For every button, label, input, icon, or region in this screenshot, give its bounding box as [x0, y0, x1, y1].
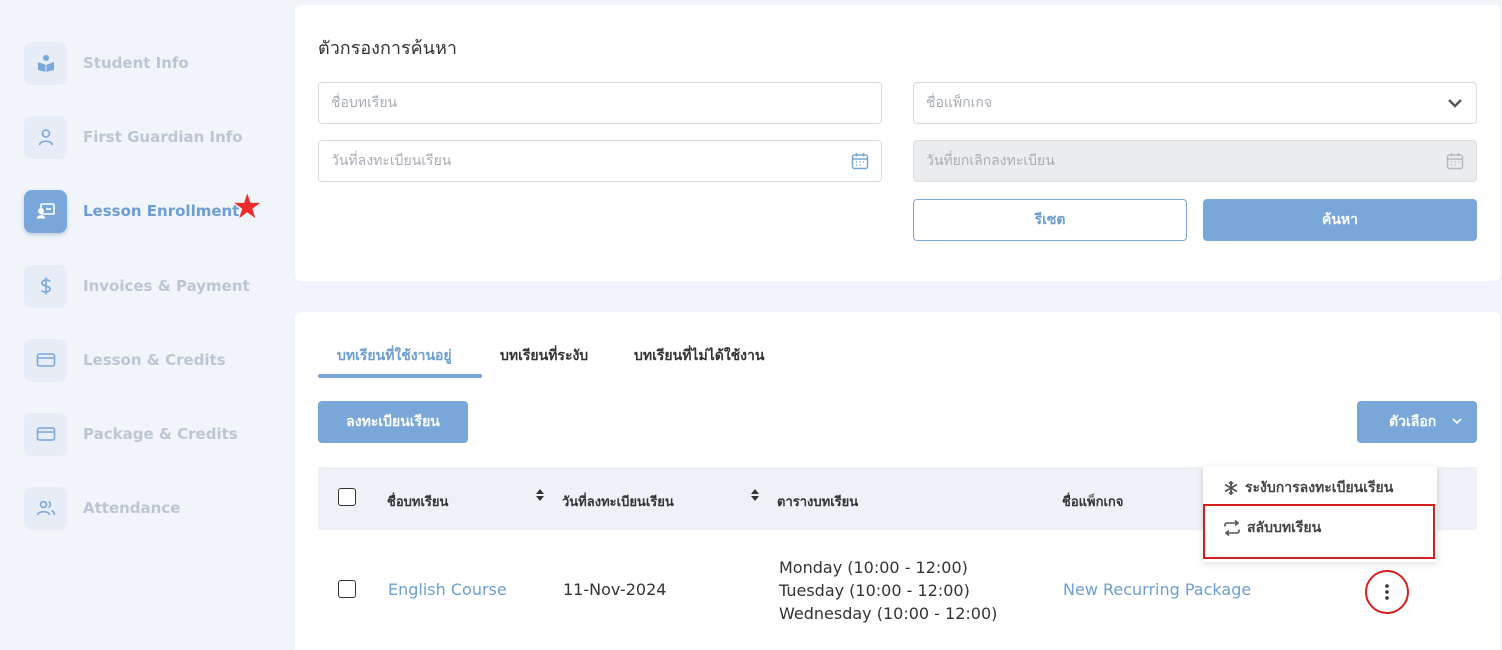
- calendar-icon: [1446, 152, 1464, 174]
- sidebar-item-lesson-credits[interactable]: Lesson & Credits: [24, 338, 226, 382]
- credit-card-icon: [24, 412, 67, 456]
- dollar-icon: [24, 264, 67, 308]
- column-header-schedule: ตารางบทเรียน: [777, 495, 859, 510]
- package-name-placeholder: ชื่อแพ็กเกจ: [926, 95, 993, 111]
- reset-button[interactable]: รีเซต: [913, 199, 1187, 241]
- schedule-line: Monday (10:00 - 12:00): [779, 558, 968, 577]
- column-header-package-name: ชื่อแพ็กเกจ: [1062, 495, 1124, 510]
- lesson-name-input[interactable]: ชื่อบทเรียน: [318, 82, 882, 124]
- enroll-date-placeholder: วันที่ลงทะเบียนเรียน: [331, 153, 452, 169]
- schedule-cell: Monday (10:00 - 12:00) Tuesday (10:00 - …: [779, 556, 997, 625]
- active-tab-indicator: [318, 374, 482, 378]
- sidebar-item-label: Lesson & Credits: [83, 351, 226, 369]
- book-reader-icon: [24, 41, 67, 85]
- column-header-enroll-date[interactable]: วันที่ลงทะเบียนเรียน: [562, 491, 674, 512]
- lesson-name-placeholder: ชื่อบทเรียน: [331, 95, 398, 111]
- credit-card-icon: [24, 338, 67, 382]
- sidebar-item-package-credits[interactable]: Package & Credits: [24, 412, 238, 456]
- search-button[interactable]: ค้นหา: [1203, 199, 1477, 241]
- chevron-down-icon: [1446, 94, 1464, 116]
- schedule-line: Wednesday (10:00 - 12:00): [779, 604, 998, 623]
- options-button[interactable]: ตัวเลือก: [1357, 401, 1477, 443]
- lesson-name-link[interactable]: English Course: [388, 580, 507, 599]
- user-icon: [24, 115, 67, 159]
- sidebar-item-first-guardian-info[interactable]: First Guardian Info: [24, 115, 243, 159]
- filter-title: ตัวกรองการค้นหา: [318, 38, 457, 59]
- sidebar-item-attendance[interactable]: Attendance: [24, 486, 180, 530]
- snowflake-icon: [1224, 481, 1238, 495]
- star-marker-icon: ★: [232, 187, 263, 227]
- sidebar: Student Info First Guardian Info Lesson …: [0, 0, 282, 650]
- package-name-link[interactable]: New Recurring Package: [1063, 580, 1251, 599]
- enroll-lesson-button[interactable]: ลงทะเบียนเรียน: [318, 401, 468, 443]
- chevron-down-icon: [1451, 415, 1463, 431]
- select-all-checkbox[interactable]: [338, 488, 356, 506]
- tab-inactive-lessons[interactable]: บทเรียนที่ไม่ได้ใช้งาน: [634, 345, 764, 375]
- enroll-date-cell: 11-Nov-2024: [563, 580, 667, 599]
- menu-item-label: ระงับการลงทะเบียนเรียน: [1245, 480, 1394, 496]
- users-icon: [24, 486, 67, 530]
- highlight-annotation-box: [1203, 504, 1435, 559]
- sidebar-item-invoices-payment[interactable]: Invoices & Payment: [24, 264, 250, 308]
- sidebar-item-lesson-enrollment[interactable]: Lesson Enrollment: [24, 189, 239, 233]
- cancel-date-input: วันที่ยกเลิกลงทะเบียน: [913, 140, 1477, 182]
- tab-active-lessons[interactable]: บทเรียนที่ใช้งานอยู่: [337, 345, 452, 375]
- sidebar-item-label: Attendance: [83, 499, 181, 517]
- tab-suspended-lessons[interactable]: บทเรียนที่ระงับ: [500, 345, 588, 375]
- filter-card: ตัวกรองการค้นหา ชื่อบทเรียน ชื่อแพ็กเกจ …: [295, 5, 1500, 281]
- column-header-lesson-name[interactable]: ชื่อบทเรียน: [387, 491, 448, 512]
- sidebar-item-label: Package & Credits: [83, 425, 238, 443]
- options-label: ตัวเลือก: [1389, 414, 1437, 430]
- sidebar-item-label: Lesson Enrollment: [83, 202, 240, 220]
- enroll-date-input[interactable]: วันที่ลงทะเบียนเรียน: [318, 140, 882, 182]
- sidebar-item-label: First Guardian Info: [83, 128, 243, 146]
- teacher-board-icon: [24, 189, 67, 233]
- package-name-select[interactable]: ชื่อแพ็กเกจ: [913, 82, 1477, 124]
- more-vertical-icon: [1385, 584, 1389, 600]
- sidebar-item-student-info[interactable]: Student Info: [24, 41, 189, 85]
- sidebar-item-label: Student Info: [83, 54, 189, 72]
- row-actions-button[interactable]: [1365, 570, 1409, 614]
- sort-icon[interactable]: [750, 487, 760, 503]
- row-checkbox[interactable]: [338, 580, 356, 598]
- schedule-line: Tuesday (10:00 - 12:00): [779, 581, 970, 600]
- cancel-date-placeholder: วันที่ยกเลิกลงทะเบียน: [926, 153, 1055, 169]
- sidebar-item-label: Invoices & Payment: [83, 277, 250, 295]
- calendar-icon[interactable]: [851, 152, 869, 174]
- sort-icon[interactable]: [535, 487, 545, 503]
